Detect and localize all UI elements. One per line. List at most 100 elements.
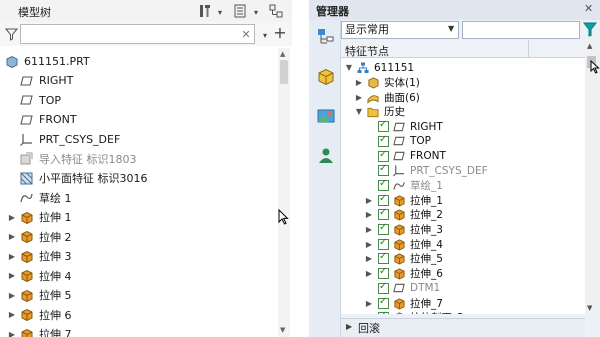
expand-arrow-icon[interactable]: ▶ [7,291,17,300]
feature-node-row[interactable]: ▶ 拉伸_7 [364,296,443,311]
visibility-checkbox[interactable] [378,266,389,280]
scroll-up-arrow-icon[interactable]: ▲ [280,50,285,58]
visibility-checkbox[interactable] [378,296,389,309]
feature-node-row[interactable]: ▶ 曲面(6) [354,90,420,105]
user-tab-icon[interactable] [317,146,335,164]
visibility-checkbox[interactable] [378,149,389,162]
expand-arrow-icon[interactable]: ▶ [364,299,374,308]
tree-item[interactable]: 草绘 1 [0,188,278,207]
visibility-checkbox[interactable] [378,207,389,221]
expand-arrow-icon[interactable]: ▶ [364,225,374,234]
expand-arrow-icon[interactable]: ▶ [354,93,364,102]
tree-item[interactable]: 导入特征 标识1803 [0,149,278,168]
tools-dropdown-icon[interactable]: ▾ [212,4,228,20]
visibility-checkbox[interactable] [378,163,389,177]
tree-root-node[interactable]: ▼ 611151 [341,60,414,75]
tree-item[interactable]: 小平面特征 标识3016 [0,169,278,188]
close-icon[interactable]: ✕ [584,2,593,15]
tree-item[interactable]: ▶ 拉伸 1 [0,208,278,227]
visibility-checkbox[interactable] [378,119,389,133]
expand-arrow-icon[interactable]: ▶ [346,322,352,331]
visibility-checkbox[interactable] [378,193,389,206]
feature-node-row[interactable]: ▶ 拉伸_2 [364,207,443,222]
extrude-icon [19,327,33,337]
display-dropdown-icon[interactable]: ▾ [248,4,264,20]
filter-icon[interactable] [3,26,19,42]
tree-item[interactable]: ▶ 拉伸 3 [0,247,278,266]
expand-arrow-icon[interactable]: ▶ [7,310,17,319]
model-tree-scroll-thumb[interactable] [280,60,288,84]
feature-node-row[interactable]: ▶ 拉伸_5 [364,251,443,266]
tools-icon[interactable] [197,3,213,19]
expand-arrow-icon[interactable]: ▶ [354,78,364,87]
feature-node-row[interactable]: 拉伸剖面_2 [364,310,464,314]
model-tree-scrollbar[interactable] [278,48,290,337]
visibility-checkbox[interactable] [378,178,389,191]
visibility-checkbox[interactable] [378,281,389,294]
tree-item[interactable]: PRT_CSYS_DEF [0,130,278,149]
feature-node-row[interactable]: PRT_CSYS_DEF [364,163,488,178]
visibility-checkbox[interactable] [378,222,389,235]
scroll-down-arrow-icon[interactable]: ▼ [587,304,592,312]
tree-filter-settings-icon[interactable] [268,3,284,19]
image-layers-tab-icon[interactable] [317,107,335,125]
tree-item[interactable]: ▶ 拉伸 7 [0,325,278,337]
feature-node-row[interactable]: ▼ 历史 [354,104,405,119]
tree-item-label: 拉伸 7 [39,328,72,337]
manager-search-input[interactable] [462,21,580,39]
datum-plane-icon [393,135,405,147]
model-tree-title: 模型树 [18,6,51,19]
feature-node-row[interactable]: TOP [364,134,431,149]
teal-filter-icon[interactable] [582,22,598,40]
expand-arrow-icon[interactable]: ▶ [364,254,374,263]
tree-root-part[interactable]: 611151.PRT [0,52,278,71]
model-tree-search-input[interactable] [20,24,255,44]
expand-arrow-icon[interactable]: ▶ [7,252,17,261]
cube-tab-icon[interactable] [317,68,335,86]
feature-node-row[interactable]: ▶ 拉伸_4 [364,237,443,252]
scroll-up-arrow-icon[interactable]: ▲ [587,42,592,50]
dropdown-arrow-icon[interactable]: ▼ [448,24,454,33]
expand-arrow-icon[interactable]: ▶ [364,269,374,278]
extrude-icon [393,297,405,310]
tree-item[interactable]: TOP [0,91,278,110]
expand-arrow-icon[interactable]: ▶ [364,240,374,249]
tree-item[interactable]: ▶ 拉伸 5 [0,286,278,305]
display-filter-select[interactable]: 显示常用 [341,21,459,39]
feature-node-row[interactable]: DTM1 [364,281,440,296]
mouse-cursor-icon [590,59,600,77]
feature-node-row[interactable]: ▶ 实体(1) [354,75,420,90]
column-separator[interactable] [528,40,529,58]
expand-arrow-icon[interactable]: ▶ [7,232,17,241]
visibility-checkbox[interactable] [378,310,389,314]
feature-node-row[interactable]: ▶ 拉伸_1 [364,193,443,208]
feature-node-row[interactable]: ▶ 拉伸_6 [364,266,443,281]
feature-node-row[interactable]: ▶ 拉伸_3 [364,222,443,237]
feature-node-row[interactable]: 草绘_1 [364,178,443,193]
feature-node-row[interactable]: RIGHT [364,119,443,134]
tree-item[interactable]: FRONT [0,110,278,129]
tree-item[interactable]: ▶ 拉伸 4 [0,266,278,285]
collapse-arrow-icon[interactable]: ▼ [354,107,364,116]
expand-arrow-icon[interactable]: ▶ [7,330,17,337]
feature-node-row[interactable]: FRONT [364,149,446,164]
tree-item[interactable]: ▶ 拉伸 2 [0,227,278,246]
collapse-arrow-icon[interactable]: ▼ [344,63,354,72]
visibility-checkbox[interactable] [378,237,389,250]
visibility-checkbox[interactable] [378,251,389,265]
expand-arrow-icon[interactable]: ▶ [7,271,17,280]
visibility-checkbox[interactable] [378,134,389,147]
tree-item[interactable]: ▶ 拉伸 6 [0,305,278,324]
search-options-dropdown-icon[interactable]: ▾ [257,27,273,43]
scroll-down-arrow-icon[interactable]: ▼ [280,326,285,334]
expand-arrow-icon[interactable]: ▶ [364,210,374,219]
expand-arrow-icon[interactable]: ▶ [7,213,17,222]
clear-search-icon[interactable]: ✕ [238,26,254,42]
model-tree-list: 611151.PRT RIGHT TOP FRONT PRT_CSYS_DEF 导入特征… [0,50,278,337]
manager-scrollbar[interactable] [585,40,598,314]
expand-arrow-icon[interactable]: ▶ [364,196,374,205]
tree-item[interactable]: RIGHT [0,71,278,90]
display-settings-icon[interactable] [232,3,248,19]
add-filter-icon[interactable]: + [272,23,288,42]
feature-tree-tab-icon[interactable] [317,28,335,46]
